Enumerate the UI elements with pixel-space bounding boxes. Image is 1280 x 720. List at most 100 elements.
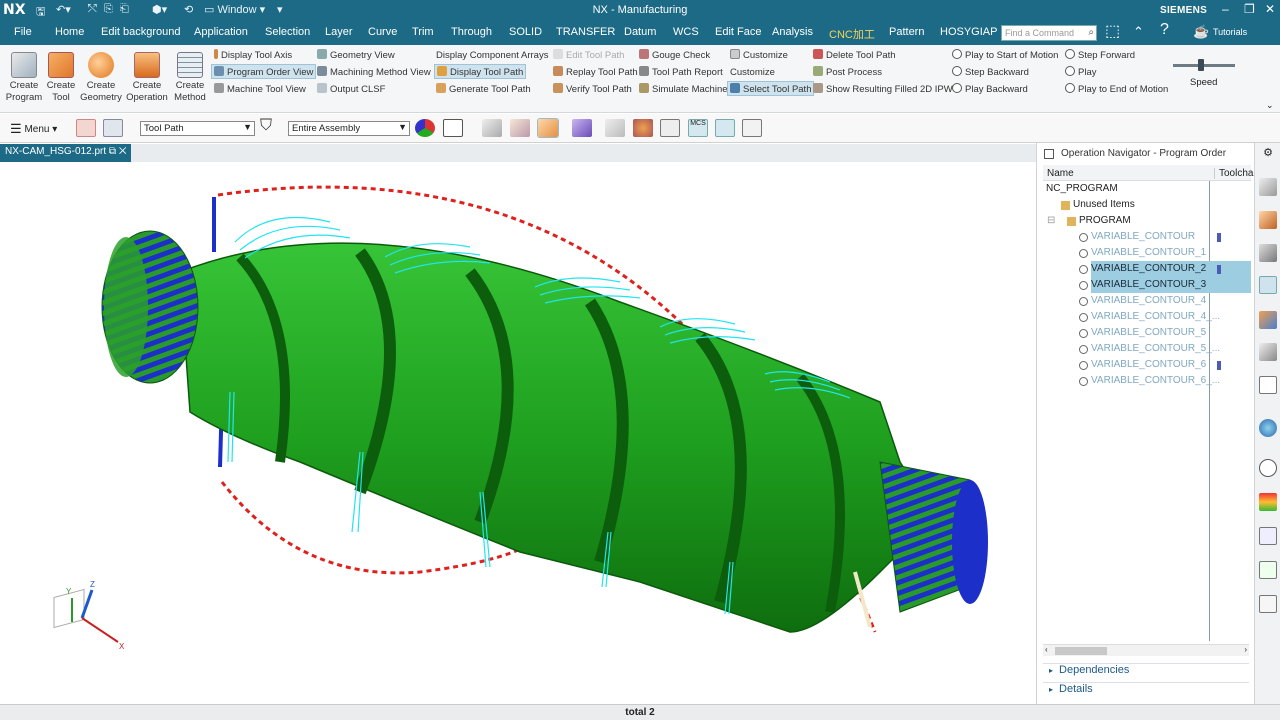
snap-point-icon[interactable] bbox=[443, 119, 463, 137]
machine-tool-navigator-icon[interactable] bbox=[1259, 311, 1277, 329]
operation-row[interactable]: VARIABLE_CONTOUR_4 bbox=[1043, 293, 1249, 309]
collapse-ribbon-icon[interactable]: ⌃ bbox=[1133, 24, 1144, 40]
machining-method-view-button[interactable]: Machining Method View bbox=[315, 65, 433, 80]
menu-home[interactable]: Home bbox=[55, 26, 84, 38]
close-icon[interactable]: ✕ bbox=[1265, 2, 1275, 16]
delete-tool-path-button[interactable]: Delete Tool Path bbox=[811, 48, 898, 63]
view-eye-icon[interactable] bbox=[660, 119, 680, 137]
select-tool-path-button[interactable]: Select Tool Path bbox=[727, 81, 815, 96]
tutorials-link[interactable]: Tutorials bbox=[1213, 27, 1247, 37]
command-search-input[interactable]: Find a Command ⌕ bbox=[1001, 25, 1097, 41]
column-name[interactable]: Name bbox=[1047, 168, 1074, 179]
screw-model-scene[interactable]: Y Z X bbox=[0, 162, 1036, 704]
play-to-start-button[interactable]: Play to Start of Motion bbox=[950, 48, 1060, 63]
operation-row[interactable]: VARIABLE_CONTOUR_4_... bbox=[1043, 309, 1249, 325]
details-panel-header[interactable]: ▸ Details bbox=[1043, 682, 1249, 700]
output-clsf-button[interactable]: Output CLSF bbox=[315, 82, 387, 97]
studio-cube-icon[interactable] bbox=[537, 118, 559, 138]
type-filter-select[interactable]: Tool Path ▼ bbox=[140, 121, 255, 136]
post-process-button[interactable]: Post Process bbox=[811, 65, 884, 80]
program-order-view-button[interactable]: Program Order View bbox=[211, 64, 317, 79]
graphics-viewport[interactable]: Y Z X bbox=[0, 162, 1036, 704]
assembly-scope-select[interactable]: Entire Assembly ▼ bbox=[288, 121, 410, 136]
filter-funnel-icon[interactable]: ⛉ bbox=[260, 117, 280, 135]
visual-palette-icon[interactable] bbox=[1259, 493, 1277, 511]
menu-solid[interactable]: SOLID bbox=[509, 26, 542, 38]
operation-row[interactable]: VARIABLE_CONTOUR bbox=[1043, 229, 1249, 245]
menu-application[interactable]: Application bbox=[194, 26, 248, 38]
menu-edit-face[interactable]: Edit Face bbox=[715, 26, 761, 38]
customize-button-2[interactable]: Customize bbox=[728, 65, 777, 80]
color-filter-icon[interactable] bbox=[415, 119, 435, 137]
operation-row[interactable]: VARIABLE_CONTOUR_6 bbox=[1043, 357, 1249, 373]
settings-gear-icon[interactable]: ⚙ bbox=[1259, 146, 1277, 164]
menu-transfer[interactable]: TRANSFER bbox=[556, 26, 615, 38]
menu-file[interactable]: File bbox=[14, 26, 32, 38]
selection-scope-icon[interactable] bbox=[103, 119, 123, 137]
verify-tool-path-button[interactable]: Verify Tool Path bbox=[551, 82, 634, 97]
expand-ribbon-icon[interactable]: ⌄ bbox=[1266, 100, 1274, 111]
display-tool-axis-button[interactable]: Display Tool Axis bbox=[212, 48, 294, 63]
play-backward-button[interactable]: Play Backward bbox=[950, 82, 1030, 97]
display-tool-path-button[interactable]: Display Tool Path bbox=[434, 64, 527, 79]
constraint-navigator-icon[interactable] bbox=[1259, 244, 1277, 262]
purple-cube-icon[interactable] bbox=[572, 119, 592, 137]
customize-button-1[interactable]: Customize bbox=[728, 48, 790, 63]
column-toolchange[interactable]: Toolcha bbox=[1214, 168, 1253, 179]
menu-layer[interactable]: Layer bbox=[325, 26, 353, 38]
shaded-cube-icon[interactable] bbox=[482, 119, 502, 137]
reuse-library-icon[interactable] bbox=[1259, 376, 1277, 394]
menu-datum[interactable]: Datum bbox=[624, 26, 656, 38]
tab-pin-icon[interactable]: ⧉ bbox=[109, 146, 119, 157]
menu-pattern[interactable]: Pattern bbox=[889, 26, 924, 38]
left-end-cap[interactable] bbox=[104, 237, 148, 377]
geometry-view-button[interactable]: Geometry View bbox=[315, 48, 397, 63]
menu-through[interactable]: Through bbox=[451, 26, 492, 38]
minimize-icon[interactable]: – bbox=[1222, 2, 1229, 16]
assembly-navigator-icon[interactable] bbox=[1259, 211, 1277, 229]
history-clock-icon[interactable] bbox=[1259, 459, 1277, 477]
create-program-button[interactable]: Create Program bbox=[4, 50, 44, 104]
show-ipw-button[interactable]: Show Resulting Filled 2D IPW bbox=[811, 82, 955, 97]
step-forward-button[interactable]: Step Forward bbox=[1063, 48, 1137, 63]
navigator-horizontal-scrollbar[interactable]: ‹ › bbox=[1043, 644, 1249, 656]
tab-close-icon[interactable]: ✕ bbox=[119, 146, 127, 157]
selection-filter-icon[interactable] bbox=[76, 119, 96, 137]
tree-node-unused-items[interactable]: Unused Items bbox=[1043, 197, 1249, 213]
roles-icon[interactable] bbox=[1259, 561, 1277, 579]
operation-navigator-icon[interactable] bbox=[1259, 276, 1277, 294]
gouge-check-button[interactable]: Gouge Check bbox=[637, 48, 712, 63]
help-icon[interactable]: ? bbox=[1160, 21, 1169, 39]
edit-tool-path-button[interactable]: Edit Tool Path bbox=[551, 48, 626, 63]
operation-row-selected[interactable]: VARIABLE_CONTOUR_2 bbox=[1091, 261, 1251, 277]
machining-feature-navigator-icon[interactable] bbox=[1259, 343, 1277, 361]
tool-path-report-button[interactable]: Tool Path Report bbox=[637, 65, 725, 80]
operation-row[interactable]: VARIABLE_CONTOUR_5 bbox=[1043, 325, 1249, 341]
clip-icon[interactable] bbox=[605, 119, 625, 137]
machine-tool-view-button[interactable]: Machine Tool View bbox=[212, 82, 308, 97]
create-tool-button[interactable]: Create Tool bbox=[45, 50, 77, 104]
tutorials-icon[interactable]: ☕ bbox=[1193, 24, 1209, 40]
simulate-machine-button[interactable]: Simulate Machine bbox=[637, 82, 730, 97]
display-component-arrays-button[interactable]: Display Component Arrays bbox=[434, 48, 550, 63]
process-studio-icon[interactable] bbox=[1259, 527, 1277, 545]
menu-wcs[interactable]: WCS bbox=[673, 26, 699, 38]
show-hide-icon[interactable] bbox=[633, 119, 653, 137]
tree-node-program[interactable]: ⊟ PROGRAM bbox=[1043, 213, 1249, 229]
menu-selection[interactable]: Selection bbox=[265, 26, 310, 38]
right-end-face[interactable] bbox=[952, 480, 988, 604]
scrollbar-thumb[interactable] bbox=[1055, 647, 1107, 655]
operation-row[interactable]: VARIABLE_CONTOUR_5_... bbox=[1043, 341, 1249, 357]
play-button[interactable]: Play bbox=[1063, 65, 1098, 80]
menu-button[interactable]: ☰ Menu ▾ bbox=[10, 121, 57, 137]
operation-row[interactable]: VARIABLE_CONTOUR_6_... bbox=[1043, 373, 1249, 389]
document-tab[interactable]: NX-CAM_HSG-012.prt ⧉ ✕ bbox=[0, 144, 132, 162]
restore-icon[interactable]: ❐ bbox=[1244, 2, 1255, 16]
create-geometry-button[interactable]: Create Geometry bbox=[79, 50, 123, 104]
edges-cube-icon[interactable] bbox=[510, 119, 530, 137]
speed-slider-thumb[interactable] bbox=[1198, 59, 1205, 71]
part-navigator-icon[interactable] bbox=[1259, 178, 1277, 196]
menu-trim[interactable]: Trim bbox=[412, 26, 434, 38]
navigator-pin-checkbox[interactable] bbox=[1044, 149, 1054, 159]
scroll-left-icon[interactable]: ‹ bbox=[1045, 645, 1048, 654]
